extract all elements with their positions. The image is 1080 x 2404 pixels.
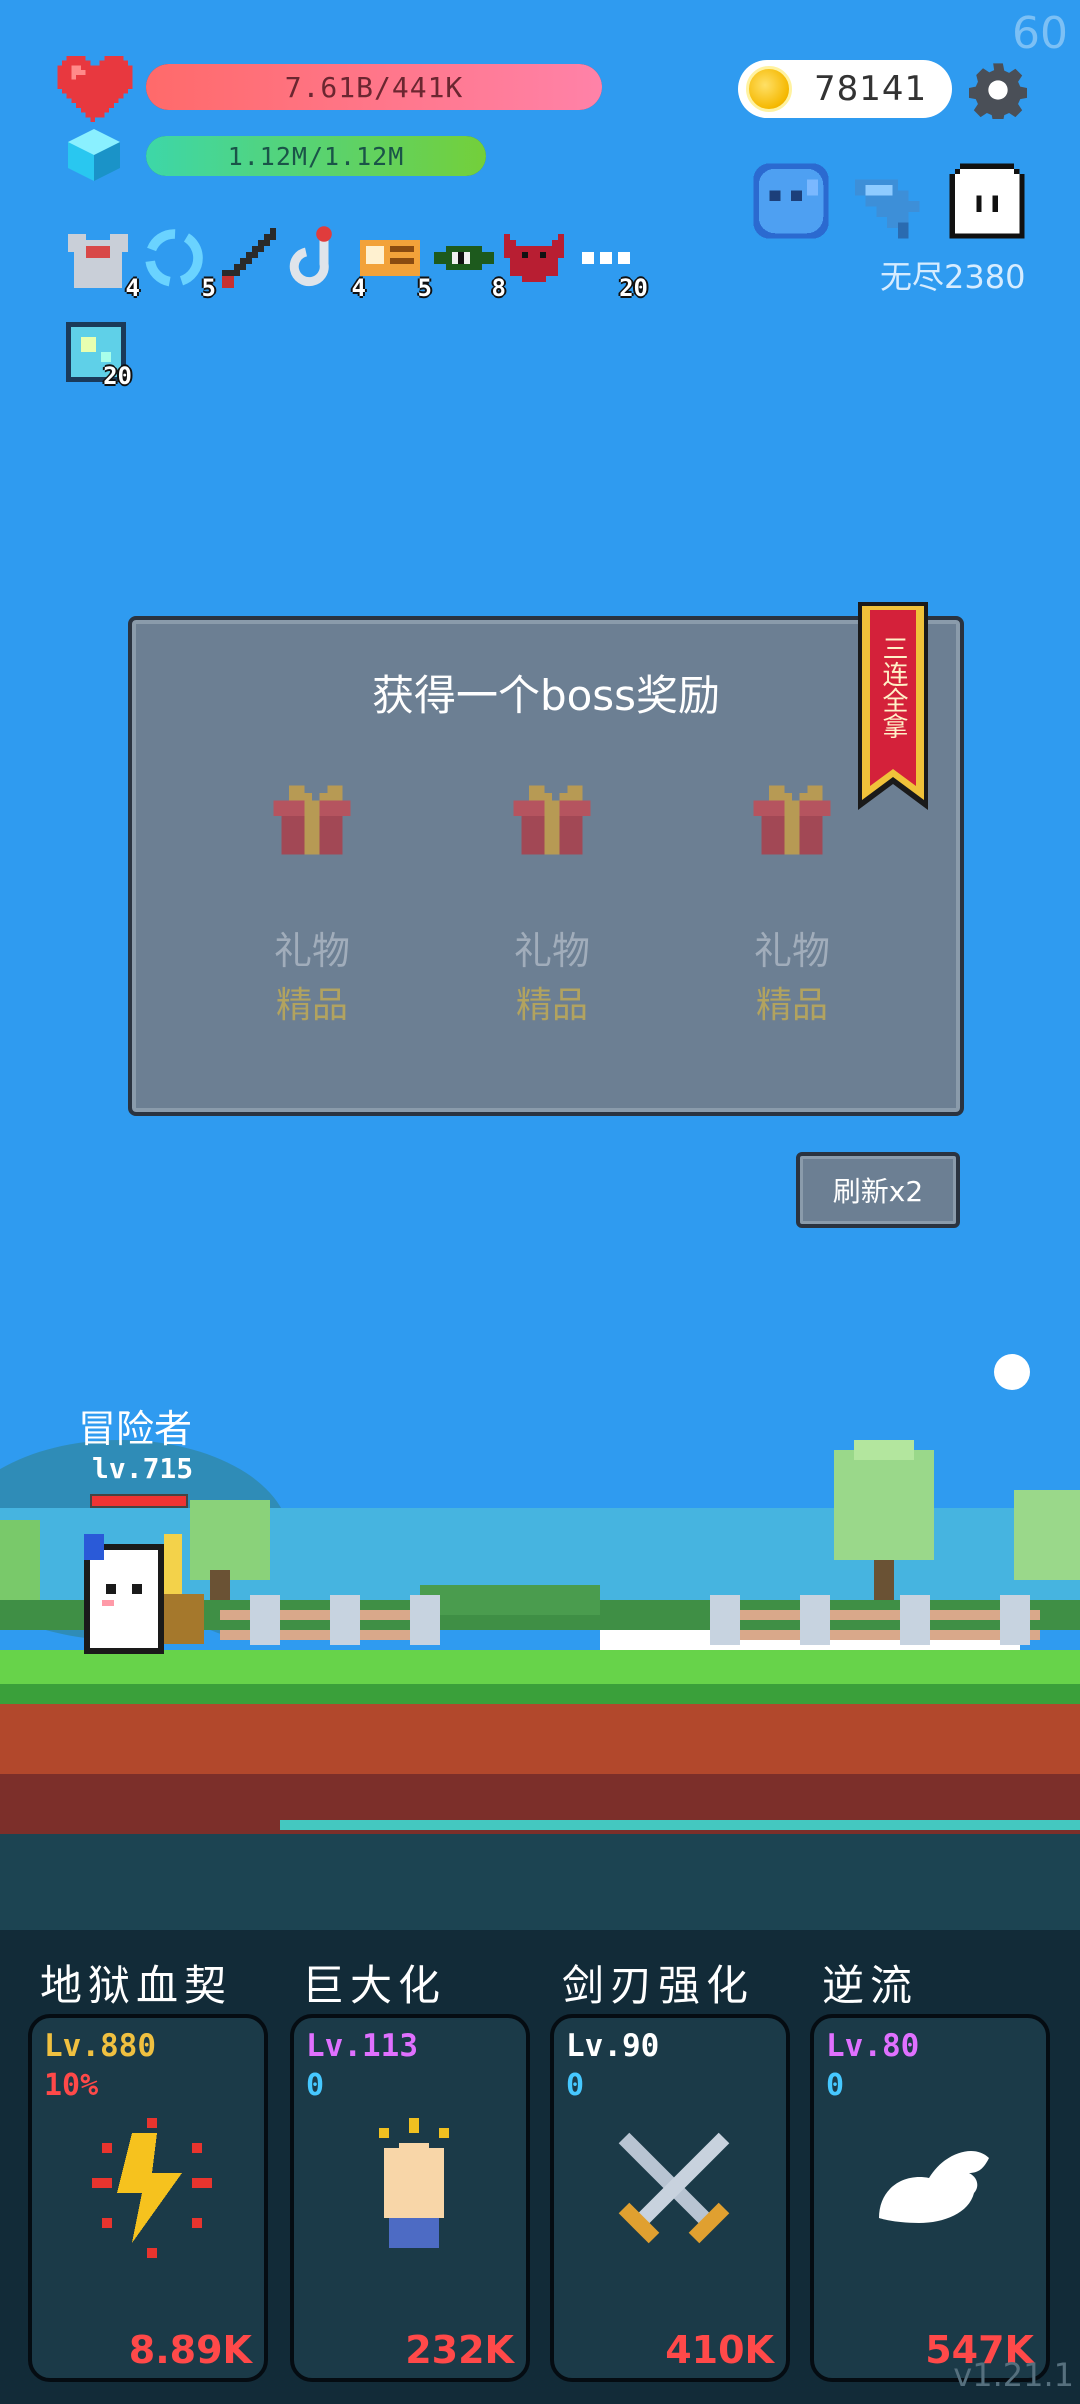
- hero-hp-fill: [92, 1496, 186, 1506]
- skill-level: Lv.880: [44, 2028, 156, 2064]
- coin-icon: [746, 66, 792, 112]
- refresh-button[interactable]: 刷新x2: [796, 1152, 960, 1228]
- skill-title: 剑刃强化: [562, 1961, 755, 2010]
- buff-slot[interactable]: 20: [66, 322, 132, 390]
- hp-text: 7.61B/441K: [284, 70, 464, 104]
- mp-text: 1.12M/1.12M: [227, 141, 405, 171]
- gear-icon: [969, 63, 1027, 119]
- gift-box-icon: [273, 785, 351, 855]
- gift-quality: 精品: [755, 985, 828, 1026]
- gift-name: 礼物: [513, 929, 590, 973]
- endless-stage-label: 无尽2380: [880, 258, 1026, 296]
- skill-card[interactable]: Lv.90 0 410K: [550, 2014, 790, 2382]
- cycle-icon: [145, 229, 203, 287]
- eye-icon: [434, 246, 494, 270]
- sword-icon: [222, 228, 276, 288]
- buff-slot[interactable]: [210, 222, 282, 294]
- crossed-swords-icon: [618, 2132, 730, 2244]
- buff-slot[interactable]: 5: [138, 222, 216, 302]
- wing-icon: [879, 2150, 989, 2223]
- mp-bar: 1.12M/1.12M: [146, 136, 486, 176]
- skill-level: Lv.80: [826, 2028, 920, 2064]
- hero-hp-bar: [90, 1494, 188, 1508]
- skill-card[interactable]: Lv.80 0 547K: [810, 2014, 1050, 2382]
- scroll-icon: [360, 240, 420, 276]
- skill-cost: 8.89K: [128, 2328, 252, 2372]
- armor-icon: [68, 234, 128, 288]
- skill-value: 0: [826, 2068, 845, 2103]
- skill-card[interactable]: Lv.880 10% 8.89K: [28, 2014, 268, 2382]
- skill-cost: 410K: [665, 2328, 774, 2372]
- skill-value: 0: [306, 2068, 325, 2103]
- fps-counter: 60: [1012, 8, 1068, 59]
- heart-icon: [57, 56, 133, 122]
- version-label: v1.21.1: [953, 2356, 1074, 2394]
- take-all-ribbon[interactable]: 三连全拿: [858, 602, 928, 810]
- skill-title: 逆流: [822, 1961, 919, 2010]
- boss-reward-panel: 获得一个boss奖励 礼物 精品 礼物 精品 礼物 精品: [128, 616, 964, 1116]
- skill-level: Lv.90: [566, 2028, 660, 2064]
- gift-name: 礼物: [273, 929, 350, 973]
- skill-title: 巨大化: [302, 1961, 447, 2010]
- gift-name: 礼物: [753, 929, 830, 973]
- coin-counter: 78141: [738, 60, 952, 118]
- reward-title: 获得一个boss奖励: [371, 671, 721, 720]
- coin-amount: 78141: [814, 69, 928, 109]
- buff-slot[interactable]: 8: [428, 222, 506, 302]
- demon-icon: [504, 234, 564, 282]
- skill-value: 0: [566, 2068, 585, 2103]
- skill-level: Lv.113: [306, 2028, 418, 2064]
- hp-bar: 7.61B/441K: [146, 64, 602, 110]
- ghost-icon[interactable]: [944, 158, 1030, 244]
- buff-slot[interactable]: 4: [288, 222, 366, 302]
- diamond-icon: [68, 129, 120, 181]
- ribbon-text: 三连全拿: [878, 635, 908, 739]
- skill-title: 地狱血契: [40, 1961, 233, 2010]
- fist-icon: [379, 2118, 449, 2248]
- buff-slot[interactable]: 5: [354, 222, 432, 302]
- hero-name: 冒险者: [78, 1407, 193, 1451]
- lightning-icon: [92, 2118, 212, 2258]
- gift-box-icon: [753, 785, 831, 855]
- skill-cost: 232K: [405, 2328, 514, 2372]
- gift-box-icon: [513, 785, 591, 855]
- buff-slot[interactable]: 20: [570, 222, 648, 302]
- ghost-pet-icon[interactable]: [748, 158, 834, 244]
- skill-card[interactable]: Lv.113 0 232K: [290, 2014, 530, 2382]
- hero-level: lv.715: [92, 1452, 194, 1485]
- hook-icon: [289, 226, 332, 287]
- skill-value: 10%: [44, 2068, 99, 2103]
- buff-slot[interactable]: [498, 222, 570, 294]
- gift-quality: 精品: [515, 985, 588, 1026]
- settings-button[interactable]: [966, 58, 1030, 122]
- gift-quality: 精品: [275, 985, 348, 1026]
- buff-slot[interactable]: 4: [62, 222, 140, 302]
- fish-icon[interactable]: [844, 158, 930, 244]
